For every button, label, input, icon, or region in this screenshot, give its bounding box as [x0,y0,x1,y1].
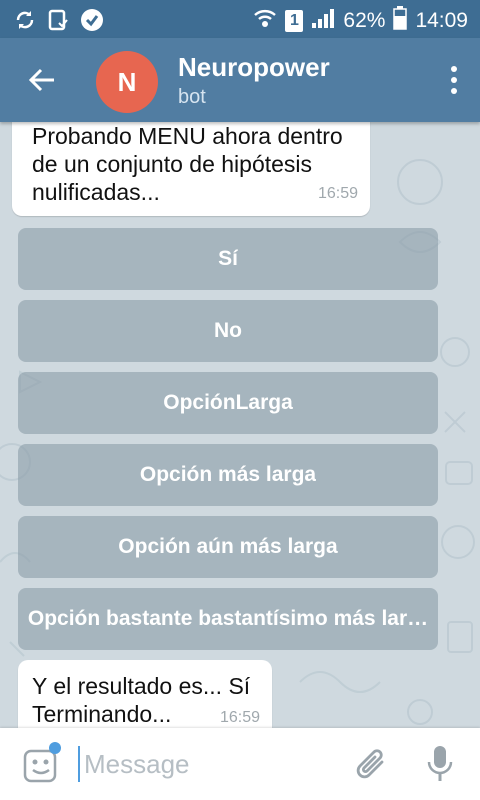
sync-icon [14,9,36,36]
chat-header: N Neuropower bot [0,38,480,122]
keyboard-button[interactable]: Sí [18,228,438,290]
message-time: 16:59 [317,185,358,202]
message-input-bar [0,728,480,800]
check-badge-icon [80,8,104,37]
chat-title[interactable]: Neuropower [178,52,330,83]
chat-area[interactable]: Probando MENU ahora dentro de un conjunt… [0,122,480,728]
signal-icon [311,7,335,35]
message-bubble[interactable]: Probando MENU ahora dentro de un conjunt… [12,122,370,216]
avatar[interactable]: N [96,51,158,113]
message-input[interactable] [78,746,334,782]
message-time: 16:59 [219,709,260,726]
battery-percent: 62% [343,9,386,32]
wifi-icon [253,7,277,35]
attach-icon[interactable] [354,746,390,784]
keyboard-button[interactable]: No [18,300,438,362]
back-arrow-icon[interactable] [24,62,60,98]
clipboard-icon [48,9,68,36]
sim-icon: 1 [285,10,304,32]
keyboard-button[interactable]: Opción bastante bastantísimo más lar… [18,588,438,650]
status-bar: 1 62% 14:09 [0,0,480,38]
message-text: Probando MENU ahora dentro de un conjunt… [32,123,343,205]
more-options-icon[interactable] [450,66,458,96]
clock: 14:09 [415,9,468,32]
chat-subtitle: bot [178,86,206,108]
keyboard-button[interactable]: Opción más larga [18,444,438,506]
message-bubble[interactable]: Y el resultado es... Sí Terminando... 16… [18,660,272,728]
mic-icon[interactable] [426,744,454,784]
keyboard-button[interactable]: OpciónLarga [18,372,438,434]
battery-icon [393,6,408,36]
keyboard-button[interactable]: Opción aún más larga [18,516,438,578]
notification-dot [49,742,61,754]
